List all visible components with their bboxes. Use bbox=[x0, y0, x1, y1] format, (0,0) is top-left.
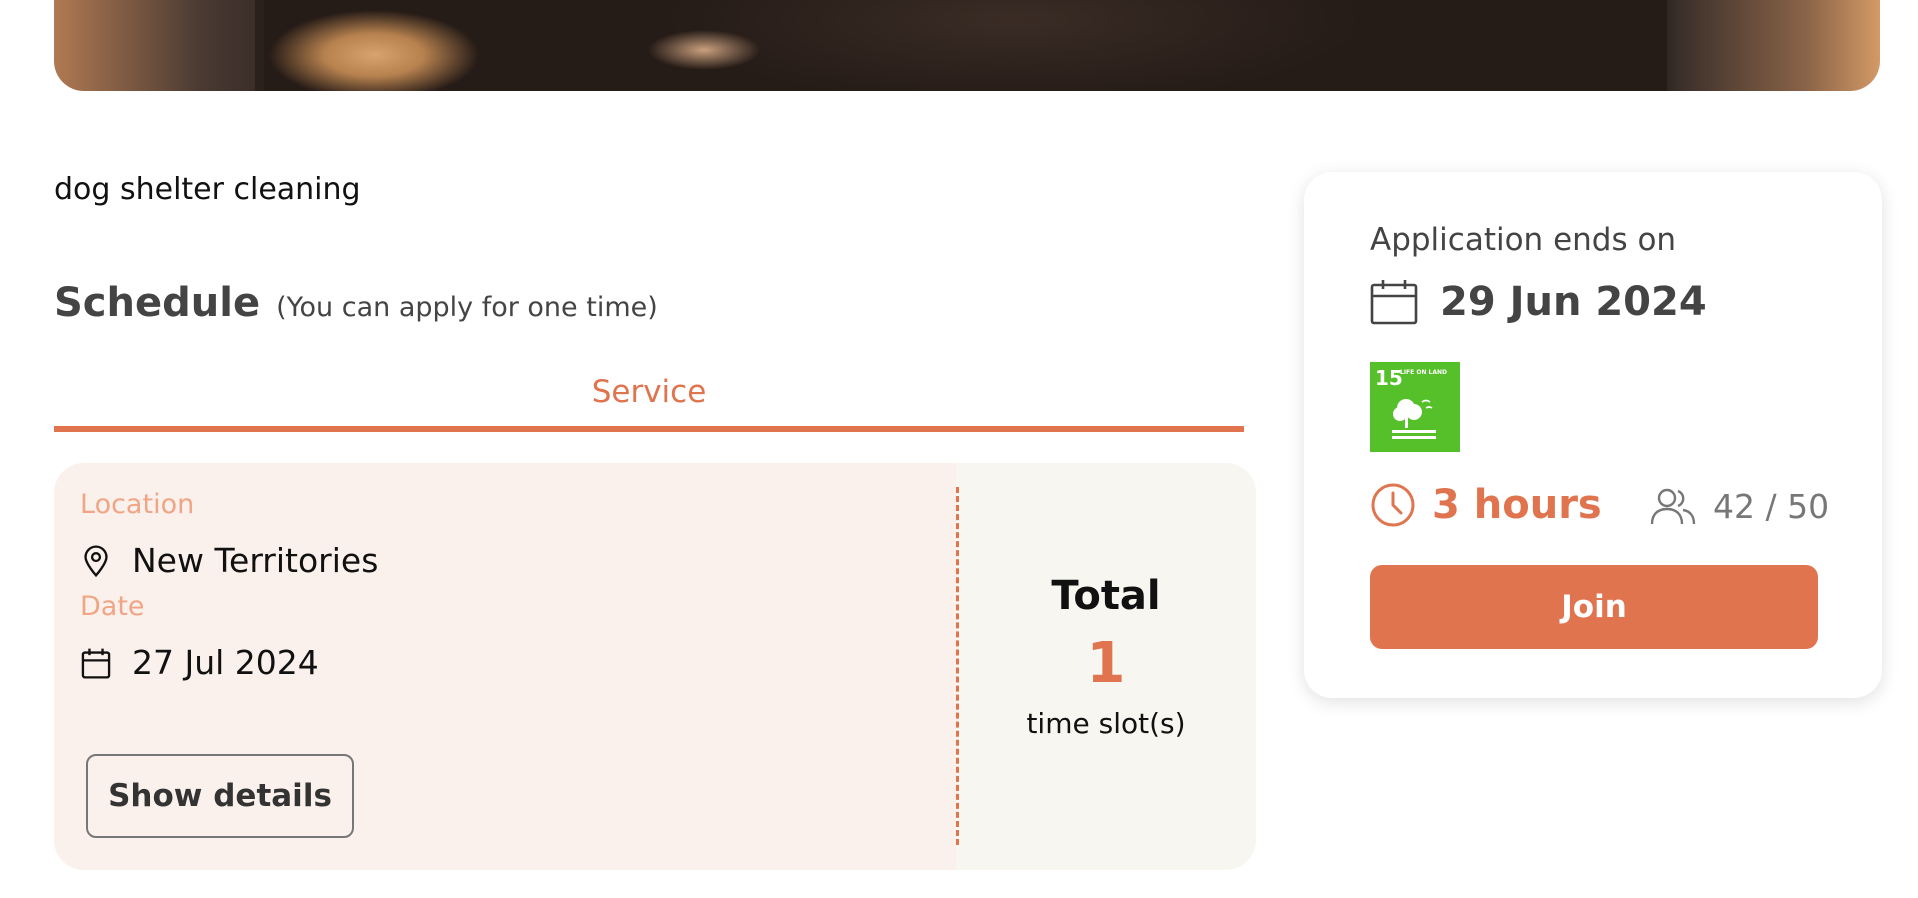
join-button[interactable]: Join bbox=[1370, 565, 1818, 649]
tree-icon bbox=[1392, 399, 1436, 439]
dog-photo bbox=[264, 0, 1667, 91]
location-label: Location bbox=[80, 489, 195, 520]
date-label: Date bbox=[80, 591, 145, 622]
schedule-note: (You can apply for one time) bbox=[276, 292, 658, 323]
application-date-row: 29 Jun 2024 bbox=[1370, 278, 1707, 326]
total-count: 1 bbox=[1086, 631, 1126, 696]
total-summary: Total 1 time slot(s) bbox=[956, 463, 1256, 870]
application-ends-label: Application ends on bbox=[1370, 222, 1677, 258]
location-pin-icon bbox=[84, 545, 108, 577]
date-value: 27 Jul 2024 bbox=[132, 643, 319, 682]
application-sidebar-card: Application ends on 29 Jun 2024 15 LIFE … bbox=[1304, 172, 1882, 698]
sdg-text: LIFE ON LAND bbox=[1400, 369, 1448, 376]
location-value: New Territories bbox=[132, 541, 379, 580]
sdg-life-on-land-badge: 15 LIFE ON LAND bbox=[1370, 362, 1460, 452]
calendar-icon bbox=[81, 648, 111, 679]
total-label: Total bbox=[1051, 573, 1161, 619]
time-slot-card: Location New Territories Date 27 Jul 202… bbox=[54, 463, 1256, 870]
duration-value: 3 hours bbox=[1432, 482, 1602, 528]
total-unit: time slot(s) bbox=[1026, 707, 1186, 740]
schedule-header: Schedule (You can apply for one time) bbox=[54, 280, 658, 326]
slot-details-panel: Location New Territories Date 27 Jul 202… bbox=[54, 463, 956, 870]
calendar-icon bbox=[1370, 280, 1418, 325]
application-end-date: 29 Jun 2024 bbox=[1440, 279, 1707, 325]
show-details-button[interactable]: Show details bbox=[86, 754, 354, 838]
date-row: 27 Jul 2024 bbox=[80, 643, 319, 682]
location-row: New Territories bbox=[80, 541, 378, 580]
duration-row: 3 hours bbox=[1370, 482, 1602, 528]
schedule-title: Schedule bbox=[54, 280, 261, 326]
activity-description: dog shelter cleaning bbox=[54, 172, 361, 207]
tab-service[interactable]: Service bbox=[54, 370, 1244, 432]
sdg-number: 15 bbox=[1375, 366, 1403, 390]
tab-service-label: Service bbox=[591, 374, 707, 410]
participants-count: 42 / 50 bbox=[1713, 486, 1830, 526]
participants-row: 42 / 50 bbox=[1649, 486, 1829, 526]
hero-banner-image bbox=[54, 0, 1880, 91]
clock-icon bbox=[1371, 483, 1415, 527]
people-icon bbox=[1650, 488, 1696, 525]
